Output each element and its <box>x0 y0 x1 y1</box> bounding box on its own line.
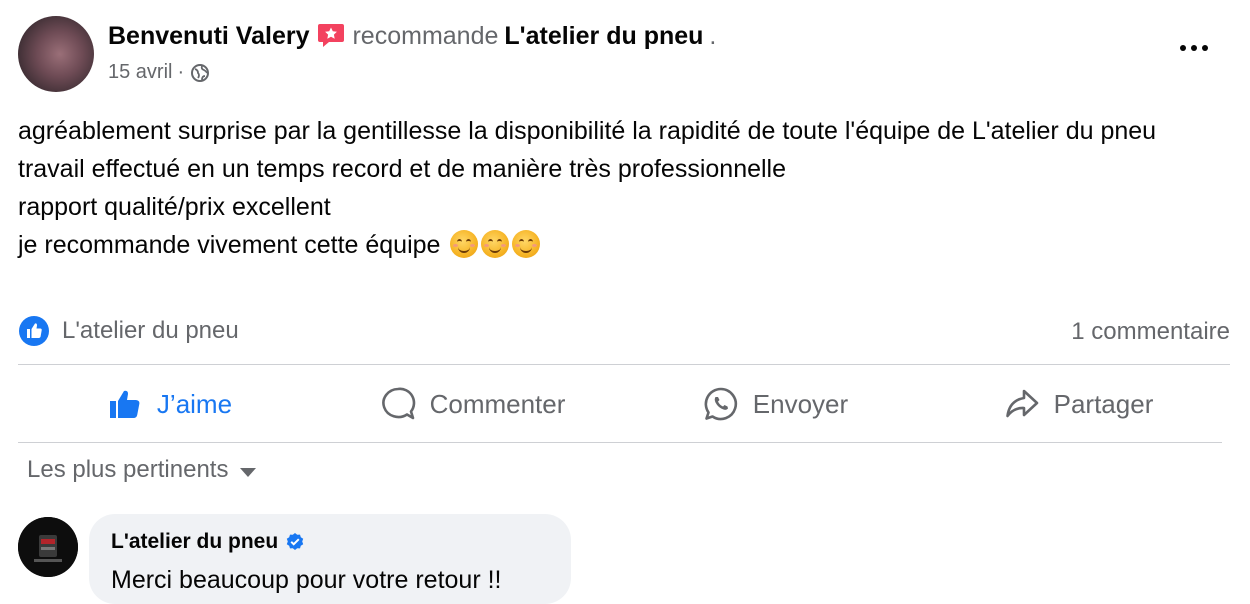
like-reaction-icon <box>19 316 49 346</box>
comments-count[interactable]: 1 commentaire <box>1071 318 1230 346</box>
more-options-icon[interactable] <box>1180 38 1214 58</box>
send-button[interactable]: Envoyer <box>624 366 927 442</box>
recommends-label: recommande <box>352 22 499 50</box>
recommended-page-name[interactable]: L'atelier du pneu <box>504 22 703 51</box>
post-text-line: rapport qualité/prix excellent <box>18 193 331 221</box>
post-text-line: je recommande vivement cette équipe <box>18 231 441 259</box>
like-button[interactable]: J’aime <box>18 366 321 442</box>
globe-icon <box>191 63 210 82</box>
post-text-line-last: je recommande vivement cette équipe <box>18 226 1233 264</box>
commenter-avatar[interactable] <box>18 517 78 577</box>
page-logo-icon <box>18 517 78 577</box>
verified-badge-icon <box>286 533 304 550</box>
divider <box>18 442 1222 443</box>
comment-author: L'atelier du pneu <box>111 530 305 554</box>
whatsapp-icon <box>704 387 737 421</box>
send-label: Envoyer <box>752 388 849 419</box>
post-text-line: agréablement surprise par la gentillesse… <box>18 117 1157 145</box>
smiling-emoji-icon <box>481 230 510 258</box>
thumbs-up-icon <box>109 390 140 418</box>
post-body: agréablement surprise par la gentillesse… <box>18 112 1233 264</box>
share-label: Partager <box>1053 388 1154 419</box>
like-label: J’aime <box>156 388 233 419</box>
author-avatar[interactable] <box>18 16 94 92</box>
action-bar: J’aime Commenter Envoyer Partager <box>18 366 1230 442</box>
post-header: Benvenuti Valery recommande L'atelier du… <box>108 22 716 51</box>
share-button[interactable]: Partager <box>927 366 1230 442</box>
comment-button[interactable]: Commenter <box>321 366 624 442</box>
reactions-summary[interactable]: L'atelier du pneu <box>18 315 239 347</box>
reaction-names[interactable]: L'atelier du pneu <box>62 317 239 345</box>
author-name[interactable]: Benvenuti Valery <box>108 22 309 51</box>
divider <box>18 364 1230 365</box>
smiling-emoji-icon <box>450 230 479 258</box>
post-text-line: travail effectué en un temps record et d… <box>18 155 787 183</box>
caret-down-icon <box>240 467 257 477</box>
comment-text: Merci beaucoup pour votre retour !! <box>111 566 502 594</box>
comment-author-name[interactable]: L'atelier du pneu <box>111 530 278 554</box>
share-arrow-icon <box>1005 389 1038 418</box>
comments-sort-dropdown[interactable]: Les plus pertinents <box>27 456 257 484</box>
comment-label: Commenter <box>429 388 566 419</box>
recommend-icon <box>318 23 345 47</box>
trailing-dot: . <box>709 22 717 50</box>
post-date[interactable]: 15 avril <box>108 61 172 84</box>
sort-label: Les plus pertinents <box>27 456 229 483</box>
comment-bubble-icon <box>381 387 415 420</box>
smiling-emoji-icon <box>512 230 541 258</box>
post-meta: 15 avril · <box>108 61 210 84</box>
meta-separator: · <box>177 61 185 83</box>
